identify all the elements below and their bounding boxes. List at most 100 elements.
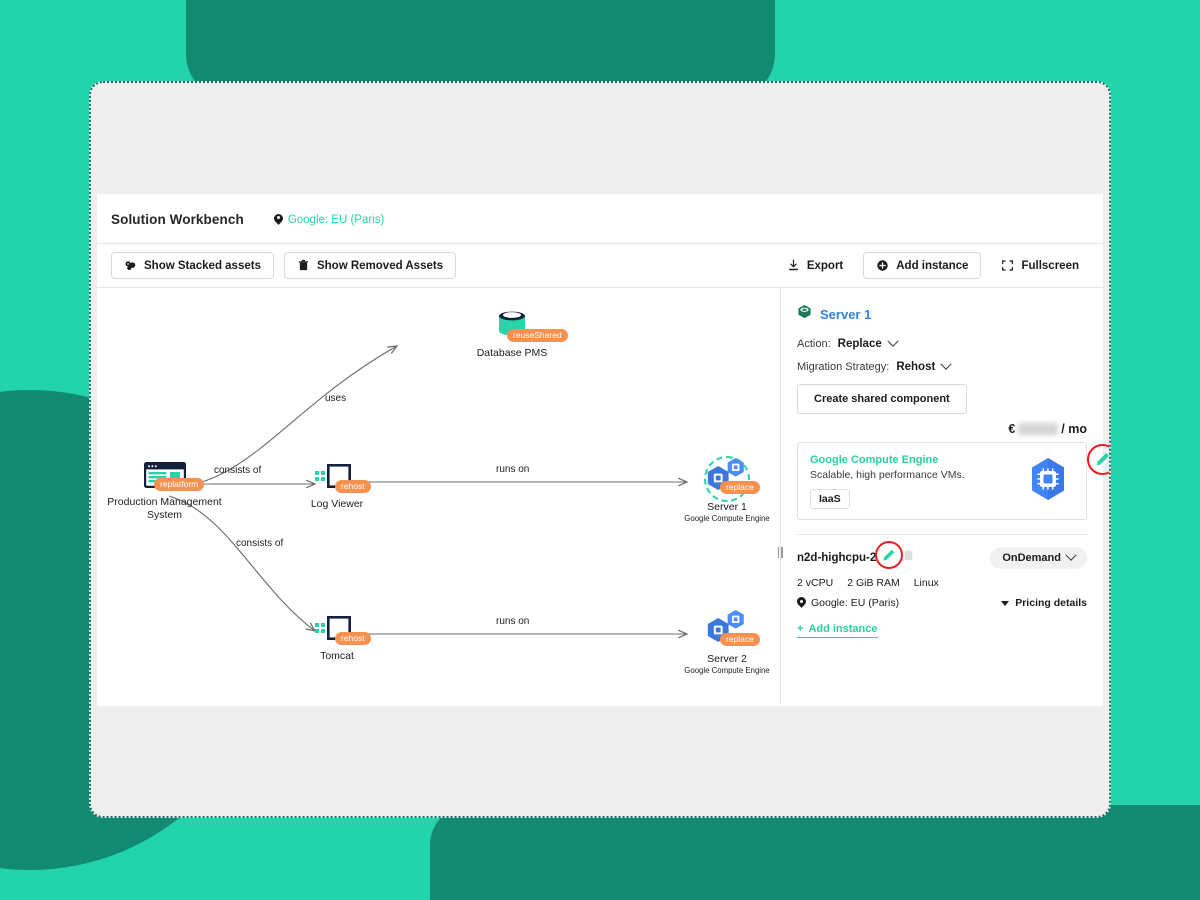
node-production-management-system[interactable]: replatform Production Management System — [97, 462, 232, 522]
pricing-details-label: Pricing details — [1015, 597, 1087, 609]
add-instance-label: Add instance — [896, 259, 969, 272]
stacked-assets-icon — [124, 259, 137, 272]
instance-ram: 2 GiB RAM — [847, 577, 900, 589]
pricing-model-dropdown[interactable]: OnDemand — [990, 547, 1087, 569]
node-tag-rehost-tomcat: rehost — [335, 632, 371, 646]
service-card-wrap: Google Compute Engine Scalable, high per… — [797, 442, 1109, 520]
fullscreen-button[interactable]: Fullscreen — [991, 253, 1089, 278]
details-divider — [797, 534, 1087, 535]
download-icon — [787, 259, 800, 272]
chevron-down-icon[interactable] — [940, 358, 952, 370]
toolbar: Show Stacked assets Show Removed Assets … — [97, 243, 1103, 288]
add-instance-link[interactable]: + Add instance — [797, 623, 878, 638]
migration-strategy-field[interactable]: Migration Strategy: Rehost — [797, 358, 1087, 373]
pricing-details-toggle[interactable]: Pricing details — [1001, 597, 1087, 609]
panel-divider — [777, 288, 783, 703]
node-label-production-management-system-2: System — [146, 508, 182, 521]
service-card[interactable]: Google Compute Engine Scalable, high per… — [797, 442, 1087, 520]
node-tag-replace-server-2: replace — [720, 633, 760, 647]
instance-location: Google: EU (Paris) — [797, 597, 899, 609]
monthly-price: € / mo — [1008, 422, 1087, 436]
node-label-production-management-system: Production Management — [107, 496, 222, 508]
instance-row: n2d-highcpu-2 OnDemand — [797, 541, 1087, 569]
panel-resize-handle[interactable] — [774, 544, 786, 560]
edge-label-uses: uses — [325, 393, 347, 404]
export-label: Export — [806, 259, 844, 272]
export-button[interactable]: Export — [777, 253, 853, 278]
create-shared-component-button[interactable]: Create shared component — [797, 384, 967, 414]
node-server-1[interactable]: replace Server 1 Google Compute Engine — [652, 456, 780, 523]
annotation-circle-service-edit — [1087, 444, 1109, 475]
node-label-log-viewer: Log Viewer — [310, 498, 364, 510]
trash-icon — [297, 259, 310, 272]
region-label: Google: EU (Paris) — [287, 213, 385, 226]
window-chrome — [91, 83, 1109, 194]
server-hex-icon — [797, 304, 812, 324]
region-indicator[interactable]: Google: EU (Paris) — [274, 213, 385, 226]
details-title: Server 1 — [820, 306, 872, 322]
node-tomcat[interactable]: rehost Tomcat — [289, 616, 385, 663]
service-description: Scalable, high performance VMs. — [810, 469, 965, 481]
service-badge: IaaS — [810, 489, 850, 509]
node-tag-rehost-log-viewer: rehost — [335, 480, 371, 494]
price-row: € / mo — [797, 422, 1087, 436]
show-stacked-assets-label: Show Stacked assets — [144, 259, 261, 272]
details-panel: Server 1 Action: Replace Migration Strat… — [781, 288, 1109, 703]
map-pin-icon — [274, 214, 283, 226]
service-name: Google Compute Engine — [810, 454, 939, 466]
diagram-canvas[interactable]: uses consists of consists of runs on run… — [97, 288, 780, 703]
node-database-pms[interactable]: reuseShared Database PMS — [452, 306, 572, 360]
node-sublabel-server-1: Google Compute Engine — [684, 513, 770, 523]
pricing-model-value: OnDemand — [1002, 552, 1061, 564]
price-value-redacted — [1018, 423, 1059, 435]
google-compute-engine-icon — [1024, 455, 1072, 508]
show-removed-assets-label: Show Removed Assets — [316, 259, 444, 272]
details-header: Server 1 — [797, 304, 1087, 324]
browser-window: Solution Workbench Google: EU (Paris) Sh… — [89, 81, 1111, 818]
action-label: Action: — [797, 338, 831, 350]
plus-circle-icon — [876, 259, 889, 272]
price-suffix: / mo — [1061, 422, 1087, 436]
node-label-database-pms: Database PMS — [476, 347, 548, 359]
node-sublabel-server-2: Google Compute Engine — [684, 665, 770, 675]
edge-label-runs-on-1: runs on — [496, 464, 530, 475]
chevron-down-icon — [1065, 549, 1077, 561]
instance-vcpu: 2 vCPU — [797, 577, 834, 589]
node-label-server-2: Server 2 — [707, 653, 747, 665]
instance-location-label: Google: EU (Paris) — [811, 597, 900, 609]
plus-icon: + — [797, 623, 804, 635]
migration-strategy-value: Rehost — [896, 361, 936, 373]
instance-location-row: Google: EU (Paris) Pricing details — [797, 597, 1087, 609]
delete-instance-button[interactable] — [902, 549, 915, 567]
migration-strategy-label: Migration Strategy: — [797, 361, 890, 373]
node-label-tomcat: Tomcat — [320, 650, 354, 662]
node-label-server-1: Server 1 — [707, 501, 747, 513]
page-header: Solution Workbench Google: EU (Paris) — [97, 194, 1103, 243]
trash-icon — [904, 549, 914, 561]
edge-label-runs-on-2: runs on — [496, 616, 530, 627]
chevron-down-icon[interactable] — [887, 335, 899, 347]
price-currency: € — [1008, 422, 1016, 436]
triangle-down-icon — [1001, 600, 1010, 606]
background-shape-bottom — [430, 805, 1200, 900]
show-stacked-assets-button[interactable]: Show Stacked assets — [111, 252, 274, 279]
fullscreen-icon — [1001, 259, 1014, 272]
node-server-2[interactable]: replace Server 2 Google Compute Engine — [652, 608, 780, 675]
instance-name: n2d-highcpu-2 — [797, 552, 877, 564]
node-log-viewer[interactable]: rehost Log Viewer — [289, 464, 385, 511]
node-tag-replatform: replatform — [154, 478, 205, 492]
instance-os: Linux — [913, 577, 939, 589]
map-pin-icon — [797, 597, 806, 609]
fullscreen-label: Fullscreen — [1021, 259, 1079, 272]
add-instance-button[interactable]: Add instance — [863, 252, 982, 279]
show-removed-assets-button[interactable]: Show Removed Assets — [283, 252, 457, 279]
node-tag-reuseshared: reuseShared — [507, 329, 568, 343]
workbench-split: uses consists of consists of runs on run… — [97, 288, 1109, 703]
annotation-circle-instance-edit — [875, 541, 904, 569]
action-field[interactable]: Action: Replace — [797, 335, 1087, 350]
edge-label-consists-of-2: consists of — [236, 538, 284, 549]
instance-specs: 2 vCPU 2 GiB RAM Linux — [797, 577, 1087, 589]
node-tag-replace-server-1: replace — [720, 481, 760, 495]
page-title: Solution Workbench — [111, 212, 244, 227]
add-instance-link-label: Add instance — [808, 623, 878, 635]
